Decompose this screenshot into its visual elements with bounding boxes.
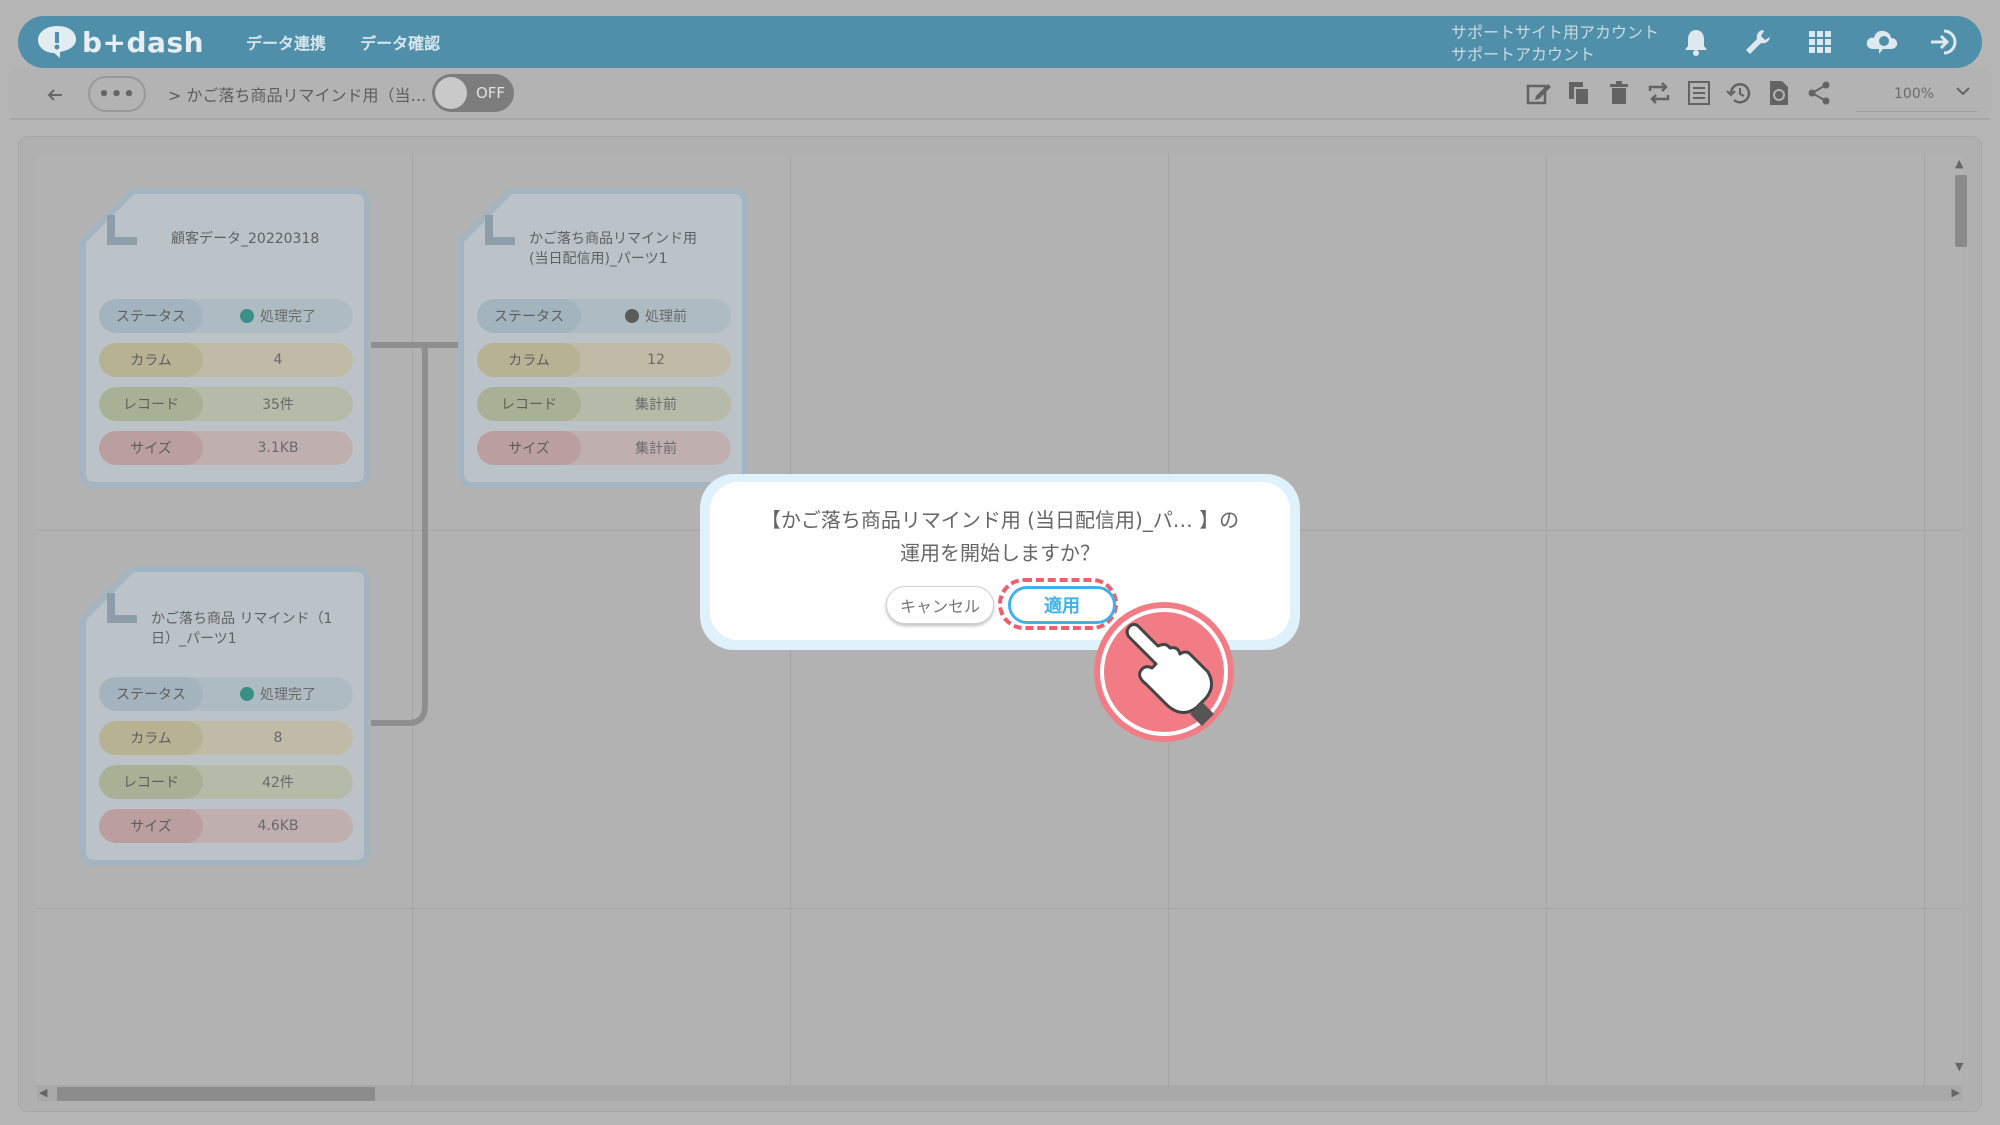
size-row: 4.6KB サイズ xyxy=(99,809,353,843)
nav-data-check[interactable]: データ確認 xyxy=(360,30,440,54)
operation-toggle[interactable]: OFF xyxy=(432,74,514,112)
toolbar: ••• > かご落ち商品リマインド用（当… OFF 100% xyxy=(10,68,1990,120)
column-value: 4 xyxy=(185,343,353,377)
horizontal-scroll-thumb[interactable] xyxy=(57,1087,375,1101)
card-title: 顧客データ_20220318 xyxy=(171,231,320,247)
status-label: ステータス xyxy=(477,299,581,333)
account-info[interactable]: サポートサイト用アカウント サポートアカウント xyxy=(1451,22,1659,66)
wrench-icon[interactable] xyxy=(1740,24,1776,60)
copy-icon[interactable] xyxy=(1564,78,1594,108)
card-title-line1: かご落ち商品リマインド用 xyxy=(529,231,697,247)
more-breadcrumb-button[interactable]: ••• xyxy=(88,76,146,112)
record-value: 35件 xyxy=(185,387,353,421)
minus-status-icon xyxy=(625,309,639,323)
card-title-line1: かご落ち商品 リマインド（1 xyxy=(151,611,333,627)
status-value: 処理完了 xyxy=(185,677,353,711)
dialog-message: 【かご落ち商品リマインド用 (当日配信用)_パ… 】の 運用を開始しますか？ xyxy=(710,504,1290,570)
chevron-down-icon xyxy=(1956,87,1970,96)
cloud-badge-icon[interactable] xyxy=(1864,24,1900,60)
node-card-customer-data[interactable]: 顧客データ_20220318 処理完了 ステータス 4 カラム 35件 レコード… xyxy=(79,187,371,489)
column-row: 8 カラム xyxy=(99,721,353,755)
column-value: 8 xyxy=(185,721,353,755)
status-text: 処理前 xyxy=(645,309,687,325)
account-name: サポートサイト用アカウント xyxy=(1451,23,1660,42)
column-label: カラム xyxy=(99,721,203,755)
scroll-up-icon[interactable]: ▲ xyxy=(1955,157,1963,170)
history-icon[interactable] xyxy=(1724,78,1754,108)
card-title: かご落ち商品リマインド用 (当日配信用)_パーツ1 xyxy=(529,229,739,269)
pointing-hand-icon xyxy=(1094,602,1234,742)
record-value: 42件 xyxy=(185,765,353,799)
column-value: 12 xyxy=(563,343,731,377)
size-row: 集計前 サイズ xyxy=(477,431,731,465)
back-arrow-icon[interactable] xyxy=(40,80,70,110)
zoom-value: 100% xyxy=(1894,85,1935,102)
repeat-icon[interactable] xyxy=(1644,78,1674,108)
status-row: 処理前 ステータス xyxy=(477,299,731,333)
status-row: 処理完了 ステータス xyxy=(99,299,353,333)
status-value: 処理前 xyxy=(563,299,731,333)
app-header: b+dash データ連携 データ確認 サポートサイト用アカウント サポートアカウ… xyxy=(18,16,1982,68)
card-title-line2: (当日配信用)_パーツ1 xyxy=(529,251,668,267)
share-icon[interactable] xyxy=(1804,78,1834,108)
record-row: 集計前 レコード xyxy=(477,387,731,421)
column-label: カラム xyxy=(477,343,581,377)
logo-bubble-icon xyxy=(38,26,76,58)
record-label: レコード xyxy=(477,387,581,421)
size-label: サイズ xyxy=(99,809,203,843)
card-title: かご落ち商品 リマインド（1 日）_パーツ1 xyxy=(151,609,361,649)
zoom-select[interactable]: 100% xyxy=(1856,76,1978,112)
vertical-scrollbar[interactable]: ▲ ▼ xyxy=(1953,155,1967,1075)
scroll-down-icon[interactable]: ▼ xyxy=(1955,1060,1963,1073)
size-value: 4.6KB xyxy=(185,809,353,843)
status-label: ステータス xyxy=(99,299,203,333)
dialog-message-line2: 運用を開始しますか？ xyxy=(900,541,1100,565)
column-row: 12 カラム xyxy=(477,343,731,377)
record-label: レコード xyxy=(99,765,203,799)
size-label: サイズ xyxy=(477,431,581,465)
trash-icon[interactable] xyxy=(1604,78,1634,108)
b-dash-logo[interactable]: b+dash xyxy=(36,24,204,60)
size-value: 3.1KB xyxy=(185,431,353,465)
toggle-label: OFF xyxy=(476,84,506,102)
play-status-icon xyxy=(240,687,254,701)
horizontal-scrollbar[interactable]: ◀ ▶ xyxy=(37,1085,1962,1101)
toggle-knob xyxy=(435,77,467,109)
refresh-doc-icon[interactable] xyxy=(1764,78,1794,108)
main-nav: データ連携 データ確認 xyxy=(246,30,440,54)
cancel-button[interactable]: キャンセル xyxy=(886,586,994,624)
record-row: 35件 レコード xyxy=(99,387,353,421)
size-label: サイズ xyxy=(99,431,203,465)
status-label: ステータス xyxy=(99,677,203,711)
record-row: 42件 レコード xyxy=(99,765,353,799)
play-status-icon xyxy=(240,309,254,323)
column-row: 4 カラム xyxy=(99,343,353,377)
card-title-line2: 日）_パーツ1 xyxy=(151,631,237,647)
edit-icon[interactable] xyxy=(1524,78,1554,108)
node-card-cart-reminder[interactable]: かご落ち商品リマインド用 (当日配信用)_パーツ1 処理前 ステータス 12 カ… xyxy=(457,187,749,489)
status-text: 処理完了 xyxy=(260,687,316,703)
grid-icon[interactable] xyxy=(1802,24,1838,60)
status-row: 処理完了 ステータス xyxy=(99,677,353,711)
status-value: 処理完了 xyxy=(185,299,353,333)
bell-icon[interactable] xyxy=(1678,24,1714,60)
dialog-message-line1: 【かご落ち商品リマインド用 (当日配信用)_パ… 】の xyxy=(760,508,1240,532)
scroll-right-icon[interactable]: ▶ xyxy=(1952,1086,1960,1099)
record-label: レコード xyxy=(99,387,203,421)
scroll-left-icon[interactable]: ◀ xyxy=(39,1086,47,1099)
record-value: 集計前 xyxy=(563,387,731,421)
logo-text: b+dash xyxy=(82,25,205,59)
size-value: 集計前 xyxy=(563,431,731,465)
logout-icon[interactable] xyxy=(1926,24,1962,60)
size-row: 3.1KB サイズ xyxy=(99,431,353,465)
breadcrumb: > かご落ち商品リマインド用（当… xyxy=(168,86,427,105)
table-icon[interactable] xyxy=(1684,78,1714,108)
status-text: 処理完了 xyxy=(260,309,316,325)
account-user: サポートアカウント xyxy=(1451,45,1596,64)
node-card-cart-reminder-1day[interactable]: かご落ち商品 リマインド（1 日）_パーツ1 処理完了 ステータス 8 カラム … xyxy=(79,565,371,867)
vertical-scroll-thumb[interactable] xyxy=(1955,175,1967,247)
nav-data-link[interactable]: データ連携 xyxy=(246,30,326,54)
column-label: カラム xyxy=(99,343,203,377)
